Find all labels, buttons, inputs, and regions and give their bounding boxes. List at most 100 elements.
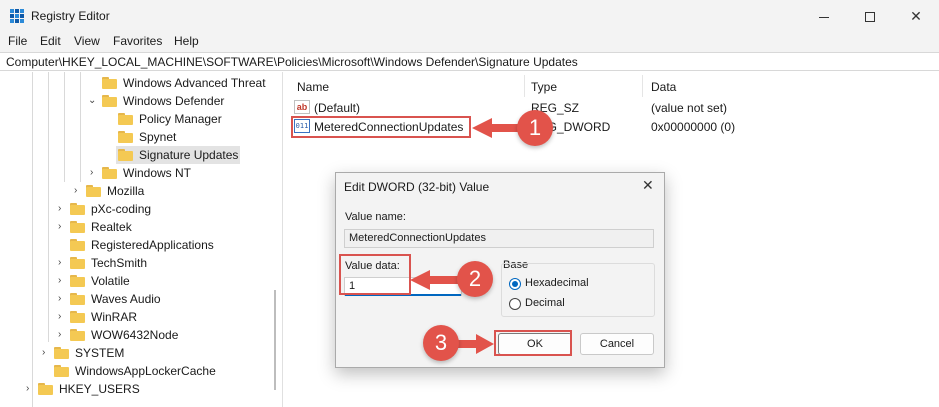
- close-icon: ✕: [910, 8, 922, 24]
- folder-icon: [70, 203, 85, 215]
- tree-item-signature-updates[interactable]: Signature Updates: [0, 146, 282, 164]
- value-name: (Default): [314, 101, 361, 115]
- tree-item-label: TechSmith: [91, 256, 148, 270]
- tree-item-label: Windows NT: [123, 166, 192, 180]
- tree-item-label: Windows Advanced Threat: [123, 76, 266, 90]
- tree-item-label: Volatile: [91, 274, 130, 288]
- tree-item-wow6432node[interactable]: › WOW6432Node: [0, 326, 282, 344]
- chevron-right-icon[interactable]: ›: [26, 383, 36, 395]
- tree-item-mozilla[interactable]: › Mozilla: [0, 182, 282, 200]
- column-header-data[interactable]: Data: [651, 80, 676, 94]
- menu-help[interactable]: Help: [174, 34, 199, 48]
- chevron-right-icon[interactable]: ›: [90, 167, 100, 179]
- highlight-box: [291, 116, 471, 138]
- close-icon[interactable]: ✕: [642, 177, 654, 194]
- string-value-icon: ab: [294, 100, 310, 114]
- window-title: Registry Editor: [31, 9, 110, 23]
- chevron-right-icon[interactable]: ›: [58, 275, 68, 287]
- tree-item-waves-audio[interactable]: › Waves Audio: [0, 290, 282, 308]
- tree-item-system[interactable]: › SYSTEM: [0, 344, 282, 362]
- folder-icon: [70, 275, 85, 287]
- tree-item-label: Signature Updates: [139, 148, 239, 162]
- folder-icon: [38, 383, 53, 395]
- tree-item-policy-manager[interactable]: Policy Manager: [0, 110, 282, 128]
- tree-item-label: Spynet: [139, 130, 177, 144]
- minimize-icon: [819, 16, 829, 18]
- dialog-title: Edit DWORD (32-bit) Value: [344, 180, 490, 194]
- tree-item-label: Waves Audio: [91, 292, 161, 306]
- tree-item-techsmith[interactable]: › TechSmith: [0, 254, 282, 272]
- address-bar[interactable]: Computer\HKEY_LOCAL_MACHINE\SOFTWARE\Pol…: [0, 52, 939, 71]
- menu-favorites[interactable]: Favorites: [113, 34, 162, 48]
- tree-item-label: Mozilla: [107, 184, 145, 198]
- tree-item-label: HKEY_USERS: [59, 382, 140, 396]
- tree-item-label: RegisteredApplications: [91, 238, 214, 252]
- step-callout-3: 3: [423, 325, 459, 361]
- chevron-right-icon[interactable]: ›: [42, 347, 52, 359]
- tree-item-realtek[interactable]: › Realtek: [0, 218, 282, 236]
- registry-editor-icon: [10, 9, 24, 23]
- folder-icon: [70, 239, 85, 251]
- tree-item-label: pXc-coding: [91, 202, 152, 216]
- column-header-type[interactable]: Type: [531, 80, 557, 94]
- chevron-right-icon[interactable]: ›: [58, 257, 68, 269]
- step-callout-2: 2: [457, 261, 493, 297]
- minimize-button[interactable]: [801, 0, 847, 32]
- chevron-right-icon[interactable]: ›: [58, 203, 68, 215]
- tree-item-label: Policy Manager: [139, 112, 222, 126]
- maximize-button[interactable]: [847, 0, 893, 32]
- tree-item-label: WinRAR: [91, 310, 138, 324]
- value-name-label: Value name:: [345, 211, 406, 223]
- cancel-button[interactable]: Cancel: [580, 333, 654, 355]
- chevron-right-icon[interactable]: ›: [58, 221, 68, 233]
- tree-item-windowsapplockercache[interactable]: WindowsAppLockerCache: [0, 362, 282, 380]
- base-group-box: [501, 263, 655, 317]
- folder-icon: [70, 329, 85, 341]
- folder-icon: [118, 113, 133, 125]
- column-header-name[interactable]: Name: [297, 80, 329, 94]
- menu-view[interactable]: View: [74, 34, 100, 48]
- tree-item-label: SYSTEM: [75, 346, 125, 360]
- folder-icon: [70, 221, 85, 233]
- menu-file[interactable]: File: [8, 34, 27, 48]
- menu-edit[interactable]: Edit: [40, 34, 61, 48]
- tree-item-label: WindowsAppLockerCache: [75, 364, 216, 378]
- chevron-right-icon[interactable]: ›: [58, 329, 68, 341]
- tree-item-winrar[interactable]: › WinRAR: [0, 308, 282, 326]
- tree-pane[interactable]: Windows Advanced Threat ⌄ Windows Defend…: [0, 72, 283, 407]
- tree-item-windows-nt[interactable]: › Windows NT: [0, 164, 282, 182]
- tree-item-volatile[interactable]: › Volatile: [0, 272, 282, 290]
- chevron-right-icon[interactable]: ›: [58, 293, 68, 305]
- folder-icon: [102, 95, 117, 107]
- highlight-box: [339, 254, 411, 295]
- folder-icon: [118, 149, 133, 161]
- value-name-field[interactable]: MeteredConnectionUpdates: [344, 229, 654, 248]
- value-data: 0x00000000 (0): [651, 120, 736, 134]
- tree-item-spynet[interactable]: Spynet: [0, 128, 282, 146]
- address-path[interactable]: Computer\HKEY_LOCAL_MACHINE\SOFTWARE\Pol…: [6, 55, 578, 69]
- tree-scrollbar[interactable]: [274, 290, 276, 390]
- folder-icon: [118, 131, 133, 143]
- folder-icon: [70, 257, 85, 269]
- tree-item-pxc-coding[interactable]: › pXc-coding: [0, 200, 282, 218]
- column-separator[interactable]: [642, 75, 643, 97]
- table-row[interactable]: ab (Default) REG_SZ (value not set): [284, 98, 939, 116]
- tree-item-windows-advanced-threat[interactable]: Windows Advanced Threat: [0, 74, 282, 92]
- tree-item-registeredapplications[interactable]: RegisteredApplications: [0, 236, 282, 254]
- chevron-down-icon[interactable]: ⌄: [88, 95, 98, 107]
- tree-item-label: WOW6432Node: [91, 328, 179, 342]
- chevron-right-icon[interactable]: ›: [58, 311, 68, 323]
- close-button[interactable]: ✕: [893, 0, 939, 32]
- folder-icon: [102, 167, 117, 179]
- value-data: (value not set): [651, 101, 728, 115]
- folder-icon: [54, 365, 69, 377]
- chevron-right-icon[interactable]: ›: [74, 185, 84, 197]
- tree-item-hkey-users[interactable]: › HKEY_USERS: [0, 380, 282, 398]
- step-callout-1: 1: [517, 110, 553, 146]
- highlight-box: [494, 330, 572, 356]
- column-separator[interactable]: [524, 75, 525, 97]
- title-bar: Registry Editor ✕: [0, 0, 939, 32]
- folder-icon: [70, 293, 85, 305]
- tree-item-windows-defender[interactable]: ⌄ Windows Defender: [0, 92, 282, 110]
- folder-icon: [70, 311, 85, 323]
